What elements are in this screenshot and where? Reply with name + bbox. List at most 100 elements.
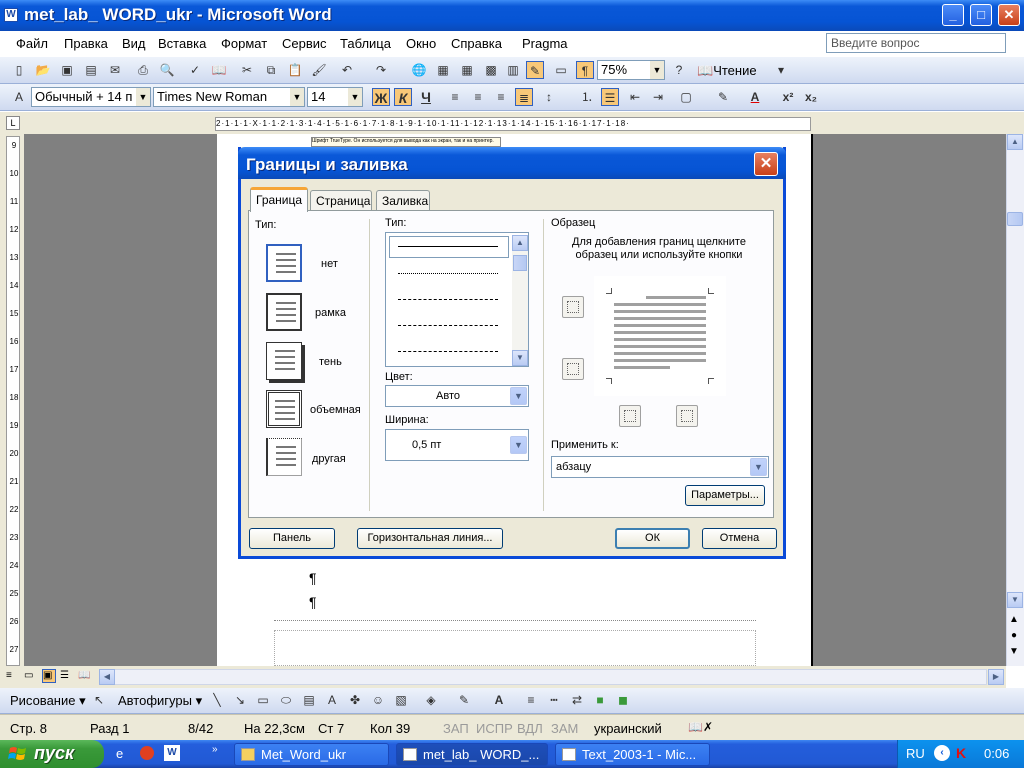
start-button[interactable]: пуск: [0, 740, 104, 768]
line-spacing-icon[interactable]: ↕: [540, 88, 558, 106]
ok-button[interactable]: ОК: [615, 528, 690, 549]
scroll-down-icon[interactable]: ▼: [1007, 592, 1023, 608]
language-indicator[interactable]: RU: [906, 746, 925, 761]
horizontal-scrollbar[interactable]: [99, 669, 987, 685]
hyperlink-icon[interactable]: 🌐: [410, 61, 428, 79]
drawing-icon[interactable]: ✎: [526, 61, 544, 79]
media-quicklaunch-icon[interactable]: [140, 746, 154, 760]
show-hide-pilcrow-icon[interactable]: ¶: [576, 61, 594, 79]
paste-icon[interactable]: 📋: [286, 61, 304, 79]
select-objects-icon[interactable]: ↖: [90, 691, 108, 709]
preset-custom-label[interactable]: другая: [312, 453, 346, 465]
next-page-icon[interactable]: ▼: [1009, 646, 1019, 657]
menu-edit[interactable]: Правка: [64, 36, 108, 51]
tables-borders-icon[interactable]: ▦: [434, 61, 452, 79]
select-browse-object-icon[interactable]: ●: [1011, 630, 1017, 641]
scroll-thumb[interactable]: [513, 255, 527, 271]
3d-style-icon[interactable]: ◼: [614, 691, 632, 709]
bullets-icon[interactable]: ☰: [601, 88, 619, 106]
ruler-scale[interactable]: 2·1·1·1·X·1·1·2·1·3·1·4·1·5·1·6·1·7·1·8·…: [215, 117, 811, 131]
style-dashed[interactable]: [398, 325, 498, 326]
styles-formatting-icon[interactable]: A: [10, 88, 28, 106]
word-quicklaunch-icon[interactable]: W: [164, 745, 180, 761]
tab-page[interactable]: Страница: [310, 190, 372, 211]
menu-pragma[interactable]: Pragma: [522, 36, 568, 51]
options-button[interactable]: Параметры...: [685, 485, 765, 506]
print-layout-icon[interactable]: ▣: [42, 669, 56, 683]
menu-table[interactable]: Таблица: [340, 36, 391, 51]
zoom-select[interactable]: 75% ▼: [597, 60, 665, 80]
color-select[interactable]: Авто ▼: [385, 385, 529, 407]
border-icon[interactable]: ▢: [677, 88, 695, 106]
fill-color-icon[interactable]: ◈: [422, 691, 440, 709]
redo-icon[interactable]: ↷: [372, 61, 390, 79]
task-met-lab-word[interactable]: met_lab_ WORD_...: [396, 743, 548, 766]
menu-help[interactable]: Справка: [451, 36, 502, 51]
picture-icon[interactable]: ▧: [392, 691, 410, 709]
save-icon[interactable]: ▣: [58, 61, 76, 79]
font-select[interactable]: Times New Roman ▼: [153, 87, 305, 107]
clipart-icon[interactable]: ☺: [369, 691, 387, 709]
align-right-icon[interactable]: ≡: [492, 88, 510, 106]
task-met-word-ukr[interactable]: Met_Word_ukr: [234, 743, 389, 766]
columns-icon[interactable]: ▥: [504, 61, 522, 79]
normal-view-icon[interactable]: ≡: [6, 670, 20, 684]
line-color-icon[interactable]: ✎: [455, 691, 473, 709]
format-painter-icon[interactable]: 🖌: [310, 61, 328, 79]
arrow-style-icon[interactable]: ⇄: [568, 691, 586, 709]
permission-icon[interactable]: ▤: [82, 61, 100, 79]
vertical-scrollbar[interactable]: ▲ ▼ ▲ ● ▼: [1006, 134, 1024, 666]
style-dotted[interactable]: [398, 273, 498, 274]
tab-stop-selector[interactable]: L: [6, 116, 20, 130]
task-text-2003[interactable]: Text_2003-1 - Mic...: [555, 743, 710, 766]
bottom-border-button[interactable]: [562, 358, 584, 380]
insert-table-icon[interactable]: ▦: [458, 61, 476, 79]
align-center-icon[interactable]: ≡: [469, 88, 487, 106]
drawing-menu[interactable]: Рисование ▾: [10, 693, 86, 709]
menu-file[interactable]: Файл: [16, 36, 48, 51]
numbering-icon[interactable]: ⒈: [578, 88, 596, 106]
line-style-list[interactable]: ▲ ▼: [385, 232, 529, 367]
insert-excel-icon[interactable]: ▩: [482, 61, 500, 79]
copy-icon[interactable]: ⧉: [262, 61, 280, 79]
tab-shading[interactable]: Заливка: [376, 190, 430, 211]
decrease-indent-icon[interactable]: ⇤: [626, 88, 644, 106]
open-icon[interactable]: 📂: [34, 61, 52, 79]
document-map-icon[interactable]: ▭: [552, 61, 570, 79]
reading-view-icon[interactable]: 📖: [78, 670, 92, 684]
research-icon[interactable]: 📖: [210, 61, 228, 79]
scroll-left-icon[interactable]: ◀: [99, 669, 115, 685]
scroll-up-icon[interactable]: ▲: [1007, 134, 1023, 150]
style-select[interactable]: Обычный + 14 п ▼: [31, 87, 151, 107]
underline-button[interactable]: Ч: [417, 88, 435, 106]
maximize-button[interactable]: □: [970, 4, 992, 26]
diagram-icon[interactable]: ✤: [346, 691, 364, 709]
width-select[interactable]: 0,5 пт ▼: [385, 429, 529, 461]
left-border-button[interactable]: [619, 405, 641, 427]
menu-format[interactable]: Формат: [221, 36, 267, 51]
menu-view[interactable]: Вид: [122, 36, 146, 51]
rectangle-icon[interactable]: ▭: [254, 691, 272, 709]
shadow-icon[interactable]: ■: [591, 691, 609, 709]
menu-tools[interactable]: Сервис: [282, 36, 327, 51]
tray-back-icon[interactable]: ‹: [934, 745, 950, 761]
subscript-icon[interactable]: x₂: [802, 88, 820, 106]
status-track-changes[interactable]: ИСПР: [476, 721, 513, 736]
horizontal-line-button[interactable]: Горизонтальная линия...: [357, 528, 503, 549]
superscript-icon[interactable]: x²: [779, 88, 797, 106]
font-color-icon[interactable]: A: [746, 88, 764, 106]
preset-shadow-label[interactable]: тень: [319, 356, 342, 368]
textbox-icon[interactable]: ▤: [300, 691, 318, 709]
style-dashed-small[interactable]: [398, 299, 498, 300]
web-view-icon[interactable]: ▭: [24, 670, 38, 684]
scroll-thumb[interactable]: [1007, 212, 1023, 226]
dash-style-icon[interactable]: ┅: [545, 691, 563, 709]
autoshapes-menu[interactable]: Автофигуры ▾: [118, 693, 202, 709]
style-solid[interactable]: [398, 246, 498, 247]
cancel-button[interactable]: Отмена: [702, 528, 777, 549]
oval-icon[interactable]: ⬭: [277, 691, 295, 709]
toolbar-panel-button[interactable]: Панель: [249, 528, 335, 549]
selected-style-item[interactable]: [389, 236, 509, 258]
print-icon[interactable]: ⎙: [134, 61, 152, 79]
menu-window[interactable]: Окно: [406, 36, 436, 51]
